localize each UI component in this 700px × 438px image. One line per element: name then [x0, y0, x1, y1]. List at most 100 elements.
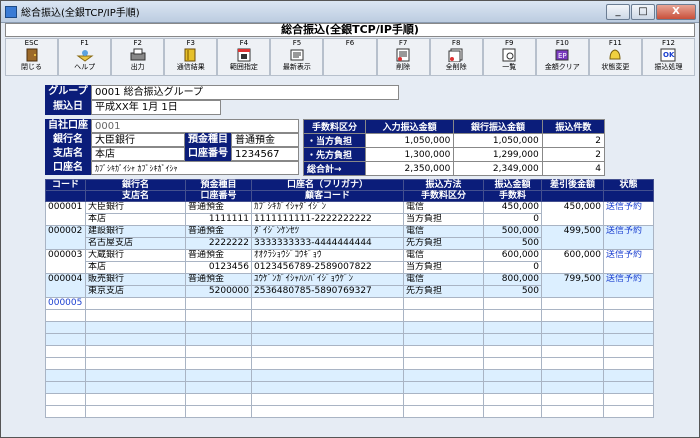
- empty-cell[interactable]: [483, 297, 542, 310]
- empty-cell[interactable]: [185, 357, 252, 370]
- empty-cell[interactable]: [85, 381, 186, 394]
- empty-cell[interactable]: [483, 309, 542, 322]
- group-value[interactable]: 0001 総合振込グループ: [91, 85, 399, 100]
- fkey-f8-button[interactable]: F8 全削除: [429, 38, 483, 76]
- fkey-f11-button[interactable]: F11 状態変更: [588, 38, 642, 76]
- fkey-f1-button[interactable]: F1 ヘルプ: [58, 38, 112, 76]
- table-row[interactable]: 000001 大臣銀行 普通預金 ｶﾌﾞｼｷｶﾞｲｼｬﾀﾞｲｼﾞﾝ 電信 450,000 4…: [45, 201, 654, 226]
- empty-cell[interactable]: [85, 333, 186, 346]
- empty-cell[interactable]: [45, 333, 86, 346]
- empty-cell[interactable]: [251, 393, 404, 406]
- empty-cell[interactable]: [185, 393, 252, 406]
- empty-cell[interactable]: [185, 321, 252, 334]
- empty-cell[interactable]: [541, 357, 604, 370]
- col-header-status[interactable]: 状態: [603, 179, 654, 191]
- new-row-code[interactable]: 000005: [45, 297, 86, 310]
- empty-row[interactable]: [45, 321, 654, 334]
- empty-cell[interactable]: [45, 321, 86, 334]
- empty-cell[interactable]: [251, 357, 404, 370]
- empty-cell[interactable]: [541, 393, 604, 406]
- empty-cell[interactable]: [251, 405, 404, 418]
- empty-cell[interactable]: [483, 393, 542, 406]
- empty-cell[interactable]: [603, 393, 654, 406]
- empty-cell[interactable]: [541, 381, 604, 394]
- minimize-button[interactable]: _: [606, 4, 630, 20]
- empty-cell[interactable]: [541, 345, 604, 358]
- empty-cell[interactable]: [483, 381, 542, 394]
- empty-cell[interactable]: [403, 333, 484, 346]
- empty-cell[interactable]: [603, 309, 654, 322]
- empty-cell[interactable]: [185, 381, 252, 394]
- empty-row[interactable]: [45, 381, 654, 394]
- empty-cell[interactable]: [185, 369, 252, 382]
- empty-cell[interactable]: [541, 405, 604, 418]
- empty-cell[interactable]: [185, 297, 252, 310]
- empty-row[interactable]: 000005: [45, 297, 654, 310]
- empty-row[interactable]: [45, 345, 654, 358]
- empty-cell[interactable]: [603, 381, 654, 394]
- empty-cell[interactable]: [603, 345, 654, 358]
- own-account-code[interactable]: 0001: [91, 119, 299, 133]
- empty-cell[interactable]: [403, 345, 484, 358]
- empty-cell[interactable]: [45, 345, 86, 358]
- empty-cell[interactable]: [85, 297, 186, 310]
- empty-cell[interactable]: [45, 309, 86, 322]
- table-row[interactable]: 000002 建設銀行 普通預金 ﾀﾞｲｼﾞﾝｹﾝｾﾂ 電信 500,000 499,500…: [45, 225, 654, 250]
- empty-cell[interactable]: [185, 309, 252, 322]
- empty-cell[interactable]: [603, 369, 654, 382]
- empty-cell[interactable]: [251, 333, 404, 346]
- empty-cell[interactable]: [483, 321, 542, 334]
- col-header-net[interactable]: 差引後金額: [541, 179, 604, 191]
- empty-cell[interactable]: [541, 369, 604, 382]
- empty-cell[interactable]: [85, 393, 186, 406]
- empty-cell[interactable]: [403, 309, 484, 322]
- empty-row[interactable]: [45, 333, 654, 346]
- col-header-method[interactable]: 振込方法: [403, 179, 484, 191]
- empty-cell[interactable]: [403, 381, 484, 394]
- empty-cell[interactable]: [85, 357, 186, 370]
- empty-cell[interactable]: [603, 405, 654, 418]
- empty-cell[interactable]: [541, 321, 604, 334]
- fkey-f6-button[interactable]: F6: [323, 38, 377, 76]
- empty-cell[interactable]: [251, 381, 404, 394]
- empty-cell[interactable]: [483, 333, 542, 346]
- empty-cell[interactable]: [85, 369, 186, 382]
- empty-row[interactable]: [45, 393, 654, 406]
- empty-cell[interactable]: [603, 321, 654, 334]
- empty-cell[interactable]: [603, 357, 654, 370]
- fkey-f5-button[interactable]: F5 最新表示: [270, 38, 324, 76]
- empty-cell[interactable]: [85, 321, 186, 334]
- empty-cell[interactable]: [403, 393, 484, 406]
- fkey-f12-button[interactable]: F12 OK 振込処理: [641, 38, 696, 76]
- empty-cell[interactable]: [251, 321, 404, 334]
- col-header-deposit[interactable]: 預金種目: [185, 179, 252, 191]
- empty-cell[interactable]: [403, 321, 484, 334]
- empty-cell[interactable]: [403, 405, 484, 418]
- close-button[interactable]: X: [656, 4, 696, 20]
- empty-row[interactable]: [45, 309, 654, 322]
- empty-row[interactable]: [45, 357, 654, 370]
- empty-cell[interactable]: [45, 381, 86, 394]
- transfer-date-value[interactable]: 平成XX年 1月 1日: [91, 100, 221, 115]
- empty-cell[interactable]: [45, 405, 86, 418]
- fkey-f10-button[interactable]: F10 EP 金額クリア: [535, 38, 589, 76]
- empty-cell[interactable]: [85, 309, 186, 322]
- empty-cell[interactable]: [603, 297, 654, 310]
- empty-cell[interactable]: [483, 357, 542, 370]
- fkey-f3-button[interactable]: F3 通信結果: [164, 38, 218, 76]
- empty-cell[interactable]: [603, 333, 654, 346]
- empty-cell[interactable]: [185, 405, 252, 418]
- col-header-amount[interactable]: 振込金額: [483, 179, 542, 191]
- empty-cell[interactable]: [45, 393, 86, 406]
- empty-cell[interactable]: [541, 297, 604, 310]
- fkey-f9-button[interactable]: F9 一覧: [482, 38, 536, 76]
- empty-row[interactable]: [45, 405, 654, 418]
- empty-cell[interactable]: [483, 369, 542, 382]
- empty-cell[interactable]: [251, 369, 404, 382]
- table-row[interactable]: 000003 大蔵銀行 普通預金 ｵｵｸﾗｼｮｳｼﾞｺｳｷﾞｮｳ 電信 600,000 60…: [45, 249, 654, 274]
- empty-cell[interactable]: [45, 369, 86, 382]
- fkey-f4-button[interactable]: F4 範囲指定: [217, 38, 271, 76]
- empty-cell[interactable]: [85, 405, 186, 418]
- empty-cell[interactable]: [541, 333, 604, 346]
- empty-cell[interactable]: [403, 357, 484, 370]
